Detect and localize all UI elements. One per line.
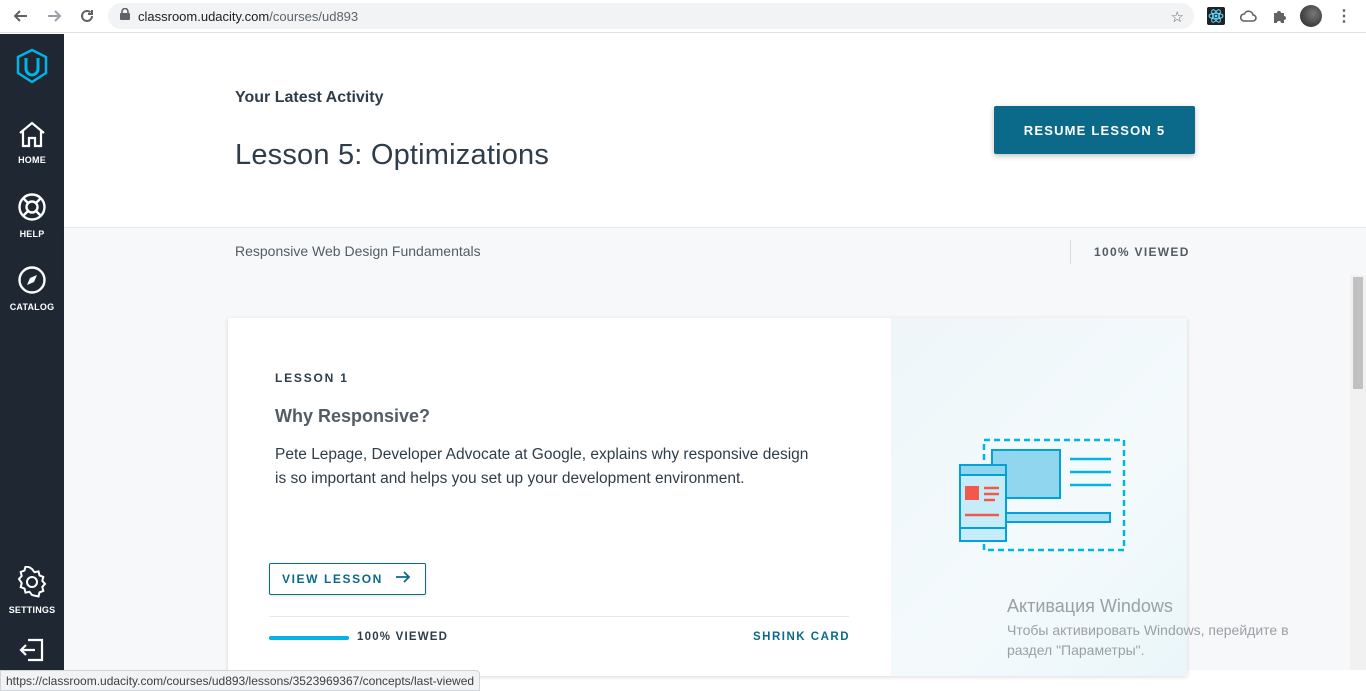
latest-activity-label: Your Latest Activity [235,89,384,106]
view-lesson-label: VIEW LESSON [282,572,383,586]
divider [1070,240,1071,264]
sidebar-item-help[interactable]: HELP [0,192,64,239]
page-title: Lesson 5: Optimizations [235,139,550,171]
course-viewed-status: 100% VIEWED [1094,245,1190,259]
windows-activation-title: Активация Windows [1007,596,1173,616]
profile-avatar[interactable] [1300,5,1322,27]
forward-arrow-icon[interactable] [43,5,65,27]
sidebar-item-label: SETTINGS [8,605,56,615]
sidebar-item-label: CATALOG [9,302,55,312]
lesson-description: Pete Lepage, Developer Advocate at Googl… [275,446,809,487]
gear-icon [16,565,48,603]
resume-lesson-button[interactable]: RESUME LESSON 5 [994,106,1195,154]
browser-toolbar: classroom.udacity.com /courses/ud893 ☆ ⋮ [0,0,1366,33]
url-path: /courses/ud893 [269,8,359,24]
compass-icon [17,265,47,300]
address-bar[interactable]: classroom.udacity.com /courses/ud893 ☆ [108,3,1194,29]
sidebar-item-catalog[interactable]: CATALOG [0,265,64,312]
lesson-name: Why Responsive? [275,406,431,426]
link-status-bar: https://classroom.udacity.com/courses/ud… [0,670,481,691]
udacity-logo-icon[interactable] [0,48,64,84]
sidebar: HOME HELP CATALOG SETTINGS [0,34,64,691]
lock-icon [120,7,130,25]
course-bar: Responsive Web Design Fundamentals 100% … [64,227,1366,275]
lesson-viewed-status: 100% VIEWED [357,631,449,643]
scrollbar-thumb[interactable] [1353,277,1363,389]
lesson-card-body: LESSON 1 Why Responsive? Pete Lepage, De… [228,318,891,676]
home-icon [17,120,47,153]
lesson-number: LESSON 1 [275,371,349,385]
windows-activation-text: Чтобы активировать Windows, перейдите в … [1007,622,1289,658]
page-scrollbar[interactable] [1350,275,1366,670]
extensions-puzzle-icon[interactable] [1269,5,1291,27]
reload-icon[interactable] [76,5,98,27]
arrow-right-icon [395,570,411,588]
view-lesson-button[interactable]: VIEW LESSON [269,563,426,595]
course-name[interactable]: Responsive Web Design Fundamentals [235,243,481,259]
sidebar-item-settings[interactable]: SETTINGS [0,565,64,615]
logout-icon[interactable] [0,636,64,664]
lesson-progress-fill [269,636,349,640]
shrink-card-link[interactable]: SHRINK CARD [753,631,850,643]
bookmark-star-icon[interactable]: ☆ [1171,8,1184,26]
latest-activity-header: Your Latest Activity Lesson 5: Optimizat… [64,34,1366,227]
divider [269,616,849,617]
url-host: classroom.udacity.com [138,8,270,24]
back-arrow-icon[interactable] [10,5,32,27]
sidebar-item-home[interactable]: HOME [0,120,64,165]
sidebar-item-label: HELP [19,229,45,239]
lifebuoy-icon [17,192,47,227]
sidebar-item-label: HOME [18,155,46,165]
lesson-progress-bar [269,636,349,640]
cloud-icon[interactable] [1237,5,1259,27]
browser-menu-icon[interactable]: ⋮ [1333,5,1355,27]
react-devtools-icon[interactable] [1205,5,1227,27]
responsive-devices-illustration [959,438,1126,552]
